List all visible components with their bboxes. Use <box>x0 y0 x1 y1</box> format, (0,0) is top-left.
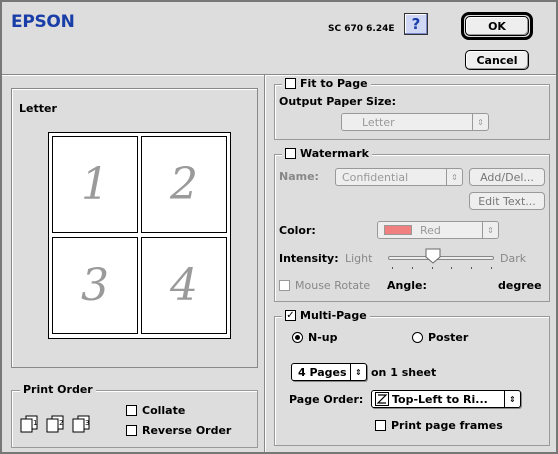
watermark-color-select[interactable]: Red ⇕ <box>377 221 499 239</box>
mouse-rotate-option[interactable]: Mouse Rotate <box>279 279 370 292</box>
collate-label: Collate <box>142 404 186 417</box>
popup-arrows-icon: ⇕ <box>504 391 520 407</box>
svg-text:2: 2 <box>59 419 63 427</box>
fit-to-page-label: Fit to Page <box>300 77 368 90</box>
print-order-icons: 1 2 3 <box>18 414 92 434</box>
poster-option[interactable]: Poster <box>412 331 468 344</box>
epson-logo: EPSON <box>11 12 75 32</box>
reverse-order-label: Reverse Order <box>142 424 232 437</box>
page-order-label: Page Order: <box>289 393 364 406</box>
print-order-title: Print Order <box>20 383 96 396</box>
multi-page-dialog: EPSON SC 670 6.24E ? OK Cancel Letter 1 … <box>0 0 558 454</box>
cancel-button[interactable]: Cancel <box>465 50 529 70</box>
print-page-frames-label: Print page frames <box>391 419 503 432</box>
output-paper-size-label: Output Paper Size: <box>279 95 396 108</box>
intensity-dark-label: Dark <box>500 252 527 265</box>
mouse-rotate-label: Mouse Rotate <box>295 279 371 292</box>
popup-arrows-icon: ⇕ <box>350 364 366 380</box>
help-button[interactable]: ? <box>404 13 428 35</box>
collate-option[interactable]: Collate <box>126 404 185 417</box>
watermark-color-value: Red <box>420 223 441 237</box>
pages-per-sheet-value: 4 Pages <box>298 365 347 379</box>
fit-to-page-group <box>274 84 550 140</box>
svg-text:3: 3 <box>85 419 89 427</box>
multi-page-title[interactable]: ✓ Multi-Page <box>282 309 370 322</box>
fit-to-page-checkbox[interactable] <box>285 78 296 89</box>
ok-button[interactable]: OK <box>465 16 529 36</box>
watermark-checkbox[interactable] <box>285 148 296 159</box>
header-divider <box>2 74 556 75</box>
pages-per-sheet-select[interactable]: 4 Pages ⇕ <box>291 363 367 381</box>
on-sheet-label: on 1 sheet <box>371 366 437 379</box>
intensity-slider-thumb[interactable] <box>425 248 441 264</box>
popup-arrows-icon: ⇕ <box>472 114 488 130</box>
print-order-page-3-icon: 3 <box>72 415 90 433</box>
multi-page-checkbox[interactable]: ✓ <box>285 310 296 321</box>
preview-paper: 1 2 3 4 <box>48 132 231 339</box>
watermark-name-label: Name: <box>279 170 319 183</box>
preview-paper-label: Letter <box>19 102 57 115</box>
intensity-light-label: Light <box>345 252 373 265</box>
watermark-name-select[interactable]: Confidential ⇕ <box>335 168 463 186</box>
print-page-frames-checkbox[interactable] <box>375 420 386 431</box>
collate-checkbox[interactable] <box>126 405 137 416</box>
watermark-name-value: Confidential <box>342 170 409 184</box>
nup-label: N-up <box>308 331 338 344</box>
preview-page-1: 1 <box>52 136 138 233</box>
dialog-header: EPSON SC 670 6.24E ? OK Cancel <box>2 2 556 74</box>
svg-text:1: 1 <box>33 419 37 427</box>
nup-radio[interactable] <box>292 332 303 343</box>
intensity-slider-track[interactable] <box>388 256 494 260</box>
popup-arrows-icon: ⇕ <box>446 169 462 185</box>
nup-option[interactable]: N-up <box>292 331 337 344</box>
watermark-label: Watermark <box>300 147 369 160</box>
intensity-label: Intensity: <box>279 252 339 265</box>
reverse-order-option[interactable]: Reverse Order <box>126 424 231 437</box>
driver-version: SC 670 6.24E <box>328 24 395 34</box>
popup-arrows-icon: ⇕ <box>482 222 498 238</box>
reverse-order-checkbox[interactable] <box>126 425 137 436</box>
edit-text-button[interactable]: Edit Text... <box>469 192 545 210</box>
preview-page-2: 2 <box>141 136 227 233</box>
output-paper-size-select[interactable]: Letter ⇕ <box>341 113 489 131</box>
panel-divider <box>264 75 265 452</box>
add-del-button[interactable]: Add/Del... <box>469 168 545 186</box>
poster-label: Poster <box>428 331 469 344</box>
mouse-rotate-checkbox[interactable] <box>279 280 290 291</box>
print-order-page-1-icon: 1 <box>20 415 38 433</box>
intensity-ticks <box>392 267 492 269</box>
preview-page-4: 4 <box>141 237 227 334</box>
poster-radio[interactable] <box>412 332 423 343</box>
page-order-z-icon <box>375 392 389 406</box>
ok-button-frame: OK <box>461 12 533 40</box>
angle-label: Angle: <box>387 279 427 292</box>
page-order-select[interactable]: Top-Left to Ri... ⇕ <box>371 390 521 408</box>
angle-unit-label: degree <box>498 279 542 292</box>
print-order-page-2-icon: 2 <box>46 415 64 433</box>
multi-page-label: Multi-Page <box>300 309 367 322</box>
preview-page-3: 3 <box>52 237 138 334</box>
watermark-color-label: Color: <box>279 224 316 237</box>
print-page-frames-option[interactable]: Print page frames <box>375 419 503 432</box>
page-order-value: Top-Left to Ri... <box>392 392 488 406</box>
color-swatch <box>384 225 412 235</box>
output-paper-size-value: Letter <box>362 115 395 129</box>
watermark-title[interactable]: Watermark <box>282 147 372 160</box>
fit-to-page-title[interactable]: Fit to Page <box>282 77 371 90</box>
